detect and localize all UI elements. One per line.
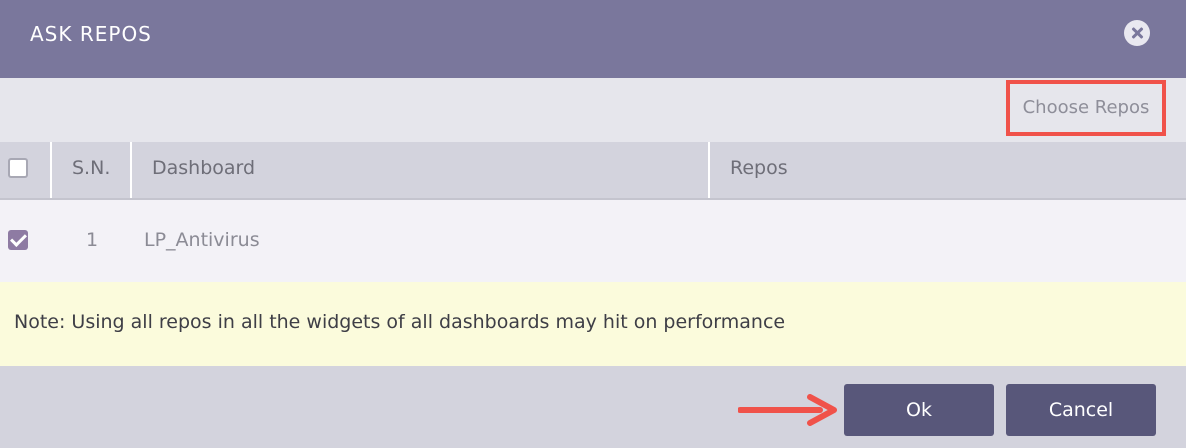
column-header-sn: S.N. [72,157,111,179]
table-header: S.N. Dashboard Repos [0,142,1186,200]
dialog-toolbar: Choose Repos [0,78,1186,142]
column-header-repos: Repos [730,157,788,179]
column-divider [50,142,52,198]
ok-button[interactable]: Ok [844,384,994,436]
note-text: Note: Using all repos in all the widgets… [14,311,786,333]
cancel-button[interactable]: Cancel [1006,384,1156,436]
close-icon[interactable] [1124,20,1150,46]
row-dashboard-name: LP_Antivirus [144,229,260,251]
choose-repos-button[interactable]: Choose Repos [1006,80,1166,136]
column-divider [130,142,132,198]
ask-repos-dialog: ASK REPOS Choose Repos S.N. Dashboard Re… [0,0,1186,448]
dialog-header: ASK REPOS [0,0,1186,78]
annotation-arrow-icon [738,394,837,426]
dialog-title: ASK REPOS [30,22,152,46]
dialog-footer: Ok Cancel [0,366,1186,448]
column-divider [708,142,710,198]
row-checkbox[interactable] [8,230,28,250]
performance-note: Note: Using all repos in all the widgets… [0,282,1186,366]
table-row[interactable]: 1 LP_Antivirus [0,200,1186,282]
column-header-dashboard: Dashboard [152,157,256,179]
select-all-checkbox[interactable] [8,158,28,178]
row-sn: 1 [86,229,99,251]
